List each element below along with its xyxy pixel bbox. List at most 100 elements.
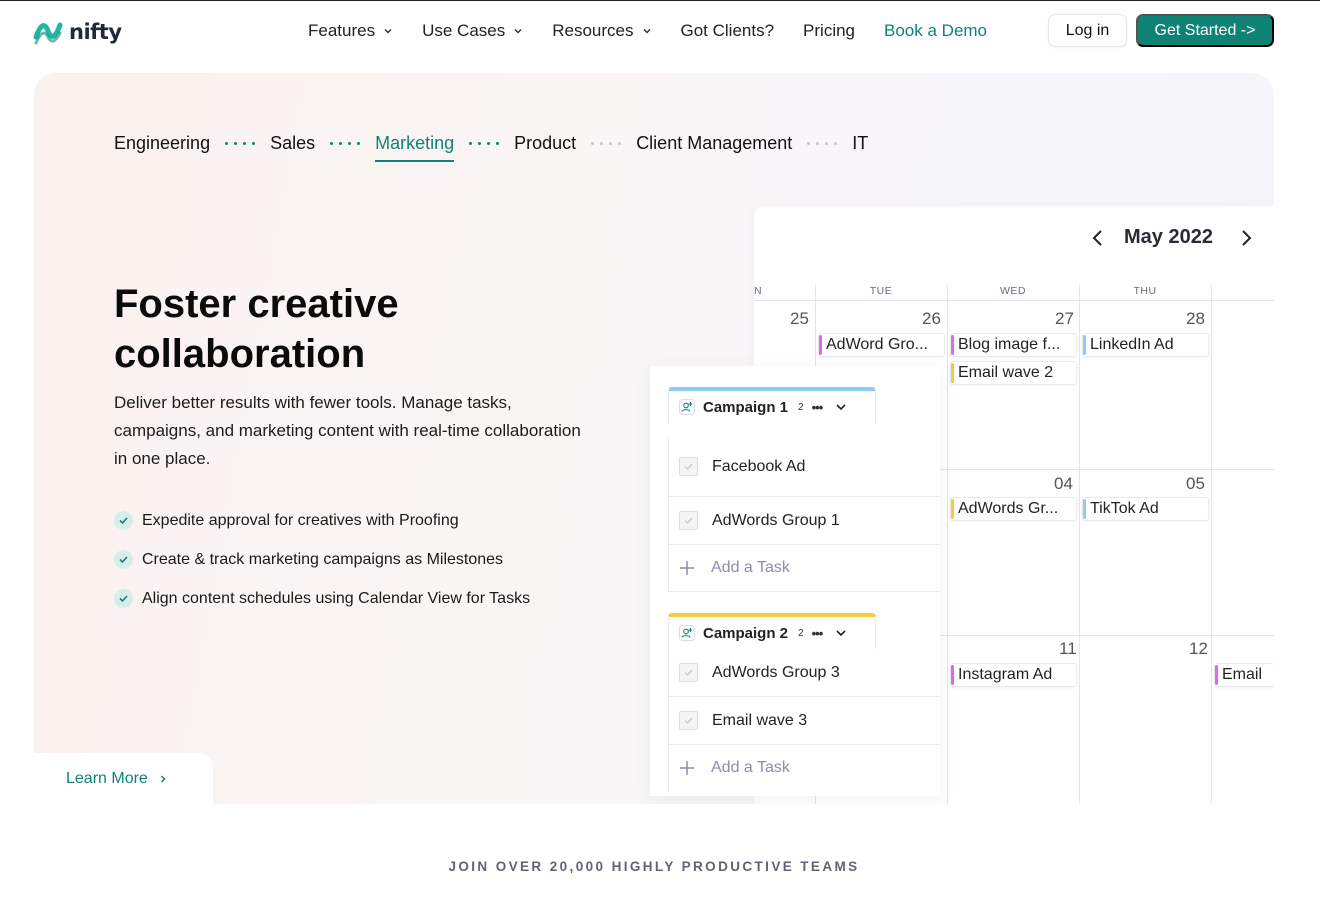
feature-bullets: Expedite approval for creatives with Pro… (114, 501, 530, 618)
tab-client-management[interactable]: Client Management (636, 133, 792, 154)
tab-separator (225, 141, 256, 145)
task-checkbox[interactable] (679, 663, 698, 682)
feature-bullet-text: Expedite approval for creatives with Pro… (142, 511, 459, 529)
task-checkbox[interactable] (679, 711, 698, 730)
chevron-down-icon[interactable] (834, 626, 848, 640)
chevron-down-icon (642, 28, 651, 34)
tab-product[interactable]: Product (514, 133, 576, 154)
add-task-button[interactable]: Add a Task (668, 545, 940, 591)
chevron-right-icon (160, 775, 166, 783)
calendar-event[interactable]: TikTok Ad (1082, 497, 1209, 521)
task-name: AdWords Group 3 (712, 663, 840, 681)
day-name: TUE (815, 284, 947, 301)
grid-line (1211, 284, 1212, 804)
calendar-month: May 2022 (1124, 226, 1213, 248)
teams-tagline: JOIN OVER 20,000 HIGHLY PRODUCTIVE TEAMS (448, 859, 860, 874)
task-row[interactable]: Email wave 3 (668, 697, 940, 745)
calendar-event[interactable]: AdWord Gro... (818, 333, 945, 357)
add-task-label: Add a Task (711, 759, 790, 776)
tab-sales[interactable]: Sales (270, 133, 315, 154)
feature-bullet: Expedite approval for creatives with Pro… (114, 501, 530, 540)
feature-bullet-text: Create & track marketing campaigns as Mi… (142, 550, 504, 568)
nav-resources[interactable]: Resources (552, 21, 651, 41)
feature-bullet-text: Align content schedules using Calendar V… (142, 589, 531, 607)
date-number: 04 (1054, 474, 1073, 493)
add-task-label: Add a Task (711, 559, 790, 576)
calendar-event[interactable]: Email (1214, 663, 1274, 687)
date-number: 27 (1055, 309, 1074, 328)
brand-name: nifty (69, 20, 122, 44)
tab-it[interactable]: IT (852, 133, 868, 154)
calendar-event[interactable]: LinkedIn Ad (1082, 333, 1209, 357)
date-number: 26 (922, 309, 941, 328)
add-task-button[interactable]: Add a Task (668, 745, 940, 791)
chevron-left-icon[interactable] (1088, 228, 1108, 248)
hero-section: Engineering Sales Marketing Product Clie… (34, 73, 1274, 804)
task-row[interactable]: AdWords Group 3 (668, 649, 940, 697)
tab-separator (591, 141, 622, 145)
top-navigation: nifty Features Use Cases Resources Got C… (0, 0, 1320, 62)
date-number: 12 (1189, 639, 1208, 658)
chevron-down-icon (514, 28, 522, 34)
nav-book-demo[interactable]: Book a Demo (884, 21, 987, 41)
day-name (1211, 284, 1274, 301)
grid-line (947, 284, 948, 804)
nav-pricing-label: Pricing (803, 21, 856, 40)
campaign-header[interactable]: Campaign 1 2 ••• (668, 387, 876, 423)
tab-marketing[interactable]: Marketing (375, 133, 455, 162)
day-name: THU (1079, 284, 1211, 301)
hero-subtext: Deliver better results with fewer tools.… (114, 393, 581, 468)
campaign-count: 2 (798, 627, 804, 639)
task-checkbox[interactable] (679, 457, 698, 476)
nav-features-label: Features (308, 21, 376, 40)
grid-line (1079, 284, 1080, 804)
login-button[interactable]: Log in (1048, 14, 1127, 47)
assign-user-icon[interactable] (679, 399, 695, 415)
calendar-header: May 2022 (754, 206, 1274, 284)
date-number: 05 (1186, 474, 1205, 493)
task-checkbox[interactable] (679, 511, 698, 530)
more-options-icon[interactable]: ••• (812, 400, 824, 415)
assign-user-icon[interactable] (679, 625, 695, 641)
feature-bullet: Align content schedules using Calendar V… (114, 579, 530, 618)
nav-book-demo-label: Book a Demo (884, 21, 988, 40)
calendar-event[interactable]: Blog image f... (950, 333, 1077, 357)
more-options-icon[interactable]: ••• (812, 626, 824, 641)
task-row[interactable]: AdWords Group 1 (668, 497, 940, 545)
task-name: Facebook Ad (712, 457, 806, 475)
task-name: AdWords Group 1 (712, 511, 840, 529)
task-name: Email wave 3 (712, 711, 808, 729)
learn-more-link[interactable]: Learn More (34, 753, 213, 804)
hero-headline: Foster creative collaboration (114, 282, 399, 376)
campaign-name: Campaign 2 (703, 624, 789, 642)
main-menu: Features Use Cases Resources Got Clients… (308, 20, 1016, 42)
chevron-down-icon (384, 28, 392, 34)
nav-use-cases[interactable]: Use Cases (422, 21, 523, 41)
campaign-count: 2 (798, 401, 804, 413)
day-name: N (754, 284, 815, 301)
task-row[interactable]: Facebook Ad (668, 437, 940, 497)
tab-engineering[interactable]: Engineering (114, 133, 210, 154)
nav-resources-label: Resources (552, 21, 634, 40)
calendar-event[interactable]: Email wave 2 (950, 361, 1077, 385)
get-started-button[interactable]: Get Started -> (1136, 14, 1274, 47)
nav-got-clients-label: Got Clients? (680, 21, 775, 40)
nav-got-clients[interactable]: Got Clients? (681, 21, 775, 41)
calendar-event[interactable]: AdWords Gr... (950, 497, 1077, 521)
chevron-right-icon[interactable] (1236, 228, 1256, 248)
campaign-name: Campaign 1 (703, 398, 789, 416)
calendar-event[interactable]: Instagram Ad (950, 663, 1077, 687)
tab-separator (330, 141, 361, 145)
campaign-header[interactable]: Campaign 2 2 ••• (668, 613, 876, 649)
nav-pricing[interactable]: Pricing (803, 21, 855, 41)
check-icon (114, 589, 133, 608)
date-number: 28 (1186, 309, 1205, 328)
nav-use-cases-label: Use Cases (422, 21, 506, 40)
chevron-down-icon[interactable] (834, 400, 848, 414)
feature-bullet: Create & track marketing campaigns as Mi… (114, 540, 530, 579)
nifty-logo[interactable]: nifty (33, 17, 122, 47)
tab-separator (807, 141, 838, 145)
day-name: WED (947, 284, 1079, 301)
nav-features[interactable]: Features (308, 21, 393, 41)
plus-icon (680, 761, 694, 775)
